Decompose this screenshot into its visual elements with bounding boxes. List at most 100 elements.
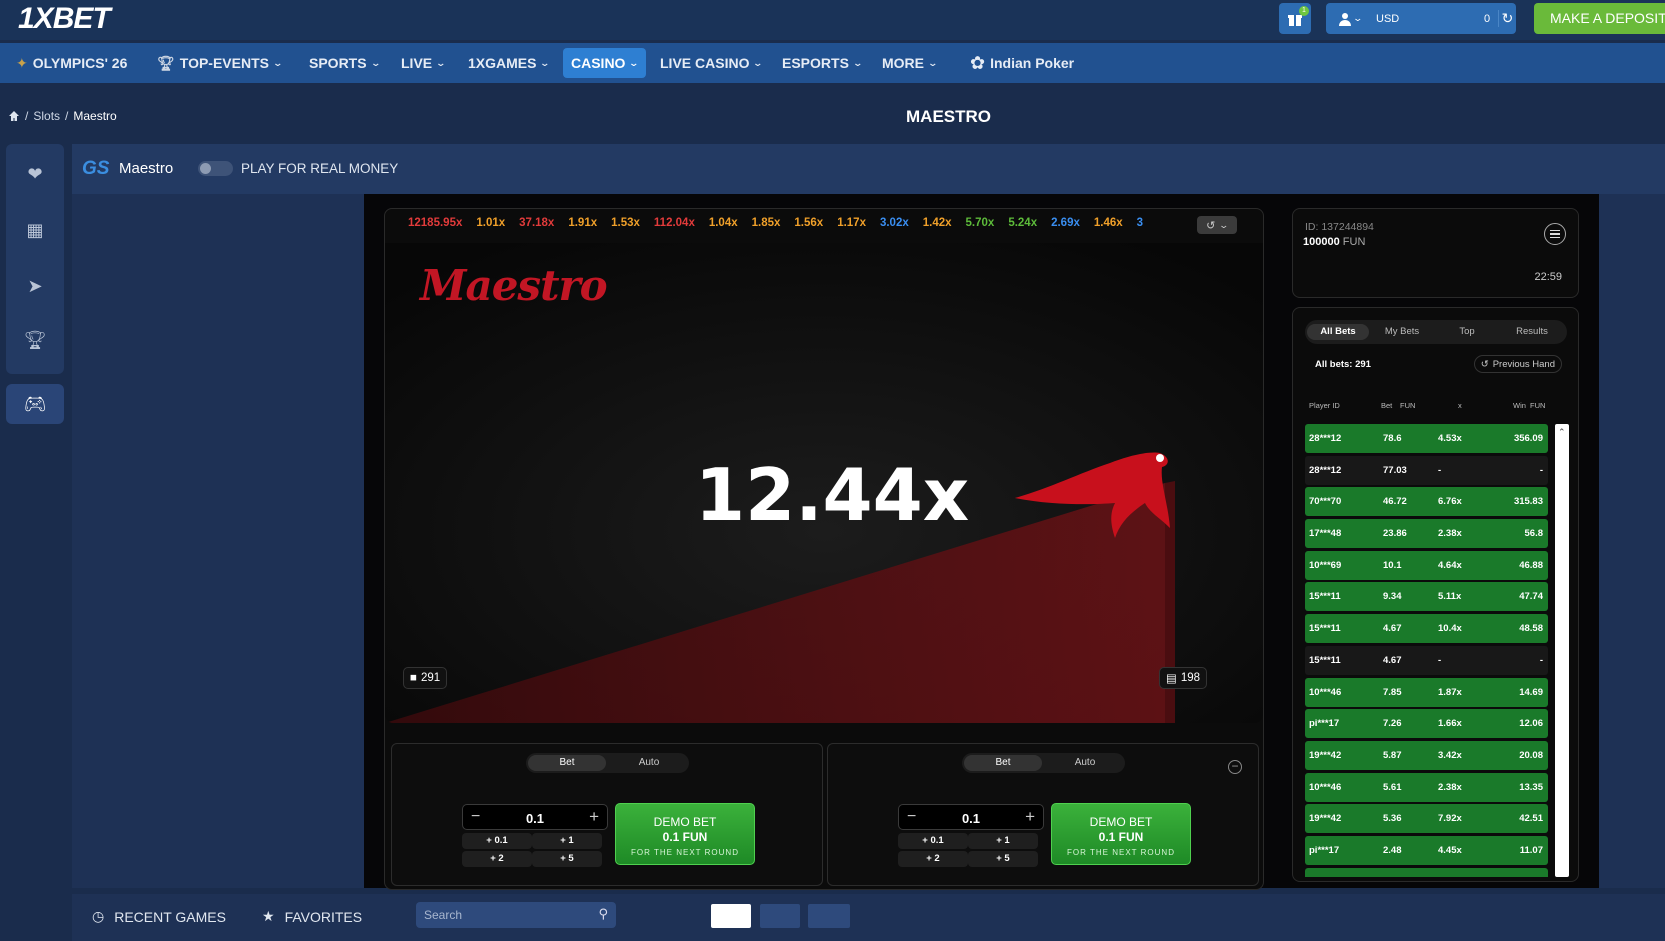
promo-icon[interactable]: ➤ (6, 266, 64, 306)
favorites-button[interactable]: ★ FAVORITES (262, 908, 362, 925)
remove-panel-button[interactable]: − (1228, 760, 1242, 774)
view-small-icon[interactable] (808, 904, 850, 928)
nav-live[interactable]: LIVE ⌄ (401, 43, 446, 83)
nav-1xgames[interactable]: 1XGAMES ⌄ (468, 43, 551, 83)
breadcrumb-bar: / Slots / Maestro MAESTRO (0, 96, 1665, 136)
quick-add-1[interactable]: + 1 (532, 833, 602, 849)
game-scene: Maestro 12.44x (385, 243, 1263, 723)
nav-label: LIVE (401, 55, 433, 71)
demo-bet-button[interactable]: DEMO BET 0.1 FUN FOR THE NEXT ROUND (615, 803, 755, 865)
quick-add-2[interactable]: + 2 (898, 851, 968, 867)
real-money-label: PLAY FOR REAL MONEY (241, 161, 399, 176)
win-amount: 20.08 (1519, 749, 1543, 761)
multiplier-chip: 1.04x (708, 217, 738, 229)
bet-amount: 10.1 (1383, 559, 1402, 571)
favorites-heart-icon[interactable]: ❤ (6, 154, 64, 194)
col-player: Player ID (1309, 401, 1340, 410)
tab-results[interactable]: Results (1501, 324, 1563, 340)
bets-tabs: All Bets My Bets Top Results (1305, 320, 1567, 344)
nav-top-events[interactable]: 🏆︎ TOP-EVENTS ⌄ (157, 43, 283, 83)
quick-add-5[interactable]: + 5 (968, 851, 1038, 867)
multiplier: 4.45x (1438, 844, 1462, 856)
multiplier: 6.76x (1438, 496, 1462, 508)
brand-logo[interactable]: 1XBET (18, 2, 111, 36)
bottom-bar: ◷ RECENT GAMES ★ FAVORITES Search ⚲ (72, 894, 1665, 941)
real-money-toggle[interactable] (198, 161, 233, 176)
nav-sports[interactable]: SPORTS ⌄ (309, 43, 381, 83)
view-medium-icon[interactable] (760, 904, 800, 928)
multiplier: 5.11x (1438, 591, 1462, 603)
bet-amount: 2.48 (1383, 844, 1402, 856)
table-row (1305, 867, 1548, 877)
quick-add-0-1[interactable]: + 0.1 (462, 833, 532, 849)
chips-icon: ▤ (1166, 673, 1177, 685)
grid-icon[interactable]: ▦ (6, 210, 64, 250)
recent-games-button[interactable]: ◷ RECENT GAMES (92, 908, 226, 925)
quick-add-5[interactable]: + 5 (532, 851, 602, 867)
nav-indian-poker[interactable]: ✿ Indian Poker (970, 43, 1074, 83)
make-deposit-button[interactable]: MAKE A DEPOSIT (1534, 3, 1665, 34)
win-amount: - (1539, 464, 1543, 476)
tab-auto[interactable]: Auto (1046, 755, 1124, 771)
multiplier: 2.38x (1438, 781, 1462, 793)
search-icon[interactable]: ⚲ (598, 906, 608, 922)
nav-olympics[interactable]: ✦ OLYMPICS' 26 (16, 43, 127, 83)
nav-label: CASINO (571, 55, 626, 71)
player-id: 17***48 (1309, 528, 1342, 540)
nav-label: Indian Poker (990, 55, 1075, 71)
gift-button[interactable]: 1 (1279, 3, 1311, 34)
nav-live-casino[interactable]: LIVE CASINO ⌄ (660, 43, 764, 83)
tab-bet[interactable]: Bet (528, 755, 606, 771)
view-large-icon[interactable] (711, 904, 751, 928)
bets-count-value: 198 (1180, 672, 1201, 684)
demo-bet-note: FOR THE NEXT ROUND (631, 848, 739, 857)
user-menu[interactable]: ⌄ (1330, 3, 1370, 34)
trophy-icon[interactable]: 🏆︎ (6, 320, 64, 360)
bet-amount: 5.87 (1383, 749, 1402, 761)
multiplier-chip: 37.18x (519, 217, 555, 229)
scroll-up-icon[interactable]: ⌃ (1558, 427, 1566, 438)
tab-bet[interactable]: Bet (964, 755, 1042, 771)
nav-more[interactable]: MORE ⌄ (882, 43, 938, 83)
top-bar: 1XBET 1 ⌄ USD 0 ↻ MAKE A DEPOSIT (0, 0, 1665, 40)
quick-add-2[interactable]: + 2 (462, 851, 532, 867)
quick-add-0-1[interactable]: + 0.1 (898, 833, 968, 849)
nav-label: TOP-EVENTS (179, 55, 269, 71)
bet-amount-stepper[interactable]: −0.1 + (462, 804, 608, 830)
bet-amount-stepper[interactable]: −0.1 + (898, 804, 1044, 830)
col-x: x (1458, 401, 1462, 410)
table-row: 70***70 46.72 6.76x 315.83 (1305, 487, 1548, 517)
multiplier-history: 12185.95x 1.01x 37.18x 1.91x 1.53x 112.04x 1.0… (408, 217, 1178, 229)
add-game-icon[interactable]: 🎮︎ (6, 384, 64, 424)
table-row: 28***12 78.6 4.53x 356.09 (1305, 424, 1548, 453)
refresh-icon[interactable]: ↻ (1498, 10, 1516, 27)
win-amount: 42.51 (1519, 813, 1543, 825)
bet-amount[interactable]: 0.1 (463, 811, 607, 826)
history-button[interactable]: ↺ ⌄ (1197, 216, 1237, 234)
tab-top[interactable]: Top (1436, 324, 1498, 340)
table-row: 10***69 10.1 4.64x 46.88 (1305, 550, 1548, 580)
increase-button[interactable]: + (589, 807, 599, 827)
page-title: MAESTRO (906, 107, 991, 126)
player-id: 28***12 (1309, 433, 1342, 444)
history-icon: ↺ (1480, 358, 1489, 370)
account-box[interactable]: ⌄ USD 0 ↻ (1326, 3, 1516, 34)
tab-all-bets[interactable]: All Bets (1307, 324, 1369, 340)
increase-button[interactable]: + (1025, 807, 1035, 827)
previous-hand-button[interactable]: ↺ Previous Hand (1473, 355, 1562, 373)
tab-my-bets[interactable]: My Bets (1371, 324, 1433, 340)
demo-bet-button[interactable]: DEMO BET 0.1 FUN FOR THE NEXT ROUND (1051, 803, 1191, 865)
quick-add-1[interactable]: + 1 (968, 833, 1038, 849)
nav-casino[interactable]: CASINO ⌄ (563, 48, 646, 78)
scrollbar[interactable]: ⌃ (1555, 424, 1569, 877)
nav-esports[interactable]: ESPORTS ⌄ (782, 43, 863, 83)
hamburger-menu-icon[interactable] (1544, 223, 1566, 245)
tab-auto[interactable]: Auto (610, 755, 688, 771)
multiplier: - (1438, 464, 1442, 476)
bet-panel-2: Bet Auto − −0.1 + + 0.1 + 1 + 2 + 5 DEMO B… (827, 743, 1259, 886)
nav-label: MORE (882, 55, 924, 71)
bet-amount[interactable]: 0.1 (899, 811, 1043, 826)
search-input[interactable]: Search ⚲ (416, 902, 616, 928)
nav-label: ESPORTS (782, 55, 849, 71)
player-id: 15***11 (1309, 591, 1341, 603)
